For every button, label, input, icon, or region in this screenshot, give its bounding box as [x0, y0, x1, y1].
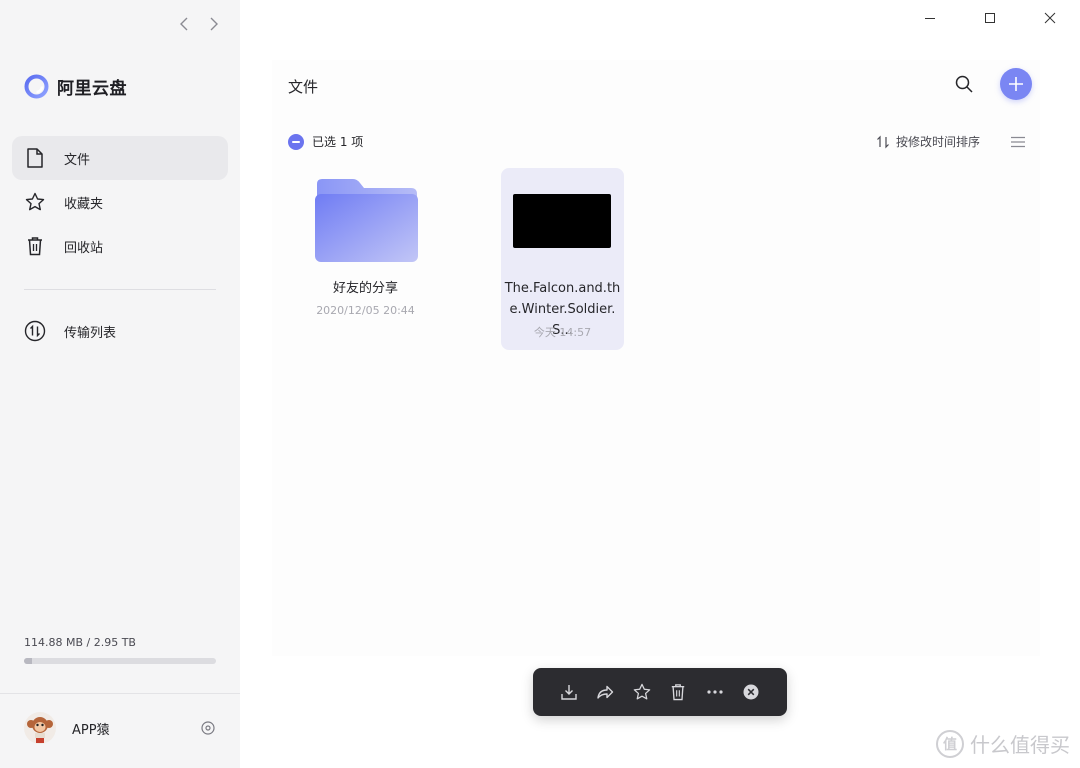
watermark: 值 什么值得买 [936, 729, 1070, 758]
sidebar-item-files[interactable]: 文件 [12, 136, 228, 180]
minus-icon [292, 140, 300, 143]
search-button[interactable] [952, 72, 976, 96]
share-icon [597, 685, 614, 699]
app-logo-icon [24, 74, 49, 99]
forward-button[interactable] [206, 14, 222, 34]
view-toggle-button[interactable] [1010, 134, 1026, 150]
file-date: 2020/12/05 20:44 [316, 304, 415, 317]
sidebar-item-label: 收藏夹 [64, 196, 104, 212]
deselect-all-button[interactable] [288, 133, 304, 150]
chevron-left-icon [180, 17, 188, 31]
main-content: 文件 已选 1 项 按修改时间排序 好友的分享 2020/12/05 20:44… [240, 0, 1080, 768]
plus-icon [1009, 77, 1023, 91]
file-date: 今天 14:57 [533, 326, 592, 339]
add-button[interactable] [1000, 68, 1032, 100]
list-view-icon [1011, 136, 1025, 148]
sort-icon [877, 135, 889, 148]
star-icon [24, 191, 46, 213]
delete-button[interactable] [665, 679, 691, 705]
sidebar-item-label: 回收站 [64, 240, 104, 256]
storage-bar [24, 658, 216, 664]
download-button[interactable] [556, 679, 582, 705]
sidebar-item-trash[interactable]: 回收站 [12, 224, 228, 268]
sort-label: 按修改时间排序 [896, 135, 981, 149]
settings-icon [201, 721, 215, 735]
video-thumbnail [513, 194, 611, 248]
file-name: 好友的分享 [332, 281, 398, 296]
trash-icon [672, 684, 685, 701]
page-title: 文件 [288, 78, 319, 96]
user-name: APP猿 [72, 722, 110, 738]
chevron-right-icon [210, 17, 218, 31]
transfer-icon [24, 320, 46, 342]
sort-button[interactable]: 按修改时间排序 [876, 133, 980, 150]
storage-text: 114.88 MB / 2.95 TB [24, 636, 136, 649]
selection-count: 已选 1 项 [312, 135, 364, 149]
sidebar-item-transfer-list[interactable]: 传输列表 [12, 309, 228, 353]
user-profile[interactable]: APP猿 [24, 712, 216, 744]
folder-icon [315, 179, 418, 262]
more-icon [707, 690, 723, 694]
storage-bar-fill [24, 658, 32, 664]
share-button[interactable] [592, 679, 618, 705]
file-card-folder[interactable]: 好友的分享 2020/12/05 20:44 [304, 168, 427, 328]
trash-icon [24, 235, 46, 257]
app-name: 阿里云盘 [57, 79, 127, 99]
watermark-logo: 值 [936, 729, 964, 758]
selection-action-bar [533, 668, 787, 716]
favorite-button[interactable] [629, 679, 655, 705]
brand: 阿里云盘 [24, 74, 127, 99]
history-nav [176, 14, 222, 34]
sidebar-divider [24, 289, 216, 290]
back-button[interactable] [176, 14, 192, 34]
sidebar-item-label: 文件 [64, 152, 91, 168]
sidebar-bottom-divider [0, 693, 240, 694]
sidebar-item-favorites[interactable]: 收藏夹 [12, 180, 228, 224]
storage-usage: 114.88 MB / 2.95 TB [24, 636, 216, 664]
sidebar-nav: 文件 收藏夹 回收站 [12, 136, 228, 268]
star-icon [633, 683, 650, 700]
sidebar-item-label: 传输列表 [64, 325, 117, 341]
search-icon [955, 75, 973, 93]
file-card-video[interactable]: The.Falcon.and.the.Winter.Soldier.S... 今… [501, 168, 624, 350]
close-circle-icon [743, 684, 759, 700]
monkey-avatar-icon [24, 712, 56, 744]
user-settings-button[interactable] [200, 720, 216, 736]
cancel-selection-button[interactable] [738, 679, 764, 705]
more-button[interactable] [702, 679, 728, 705]
watermark-text: 什么值得买 [970, 733, 1070, 757]
file-icon [24, 147, 46, 169]
download-icon [560, 685, 577, 700]
selection-status: 已选 1 项 [288, 133, 363, 150]
sidebar: 阿里云盘 文件 收藏夹 回收站 传输列表 114.88 MB / 2.95 TB… [0, 0, 240, 768]
sidebar-section-transfer: 传输列表 [12, 309, 228, 353]
